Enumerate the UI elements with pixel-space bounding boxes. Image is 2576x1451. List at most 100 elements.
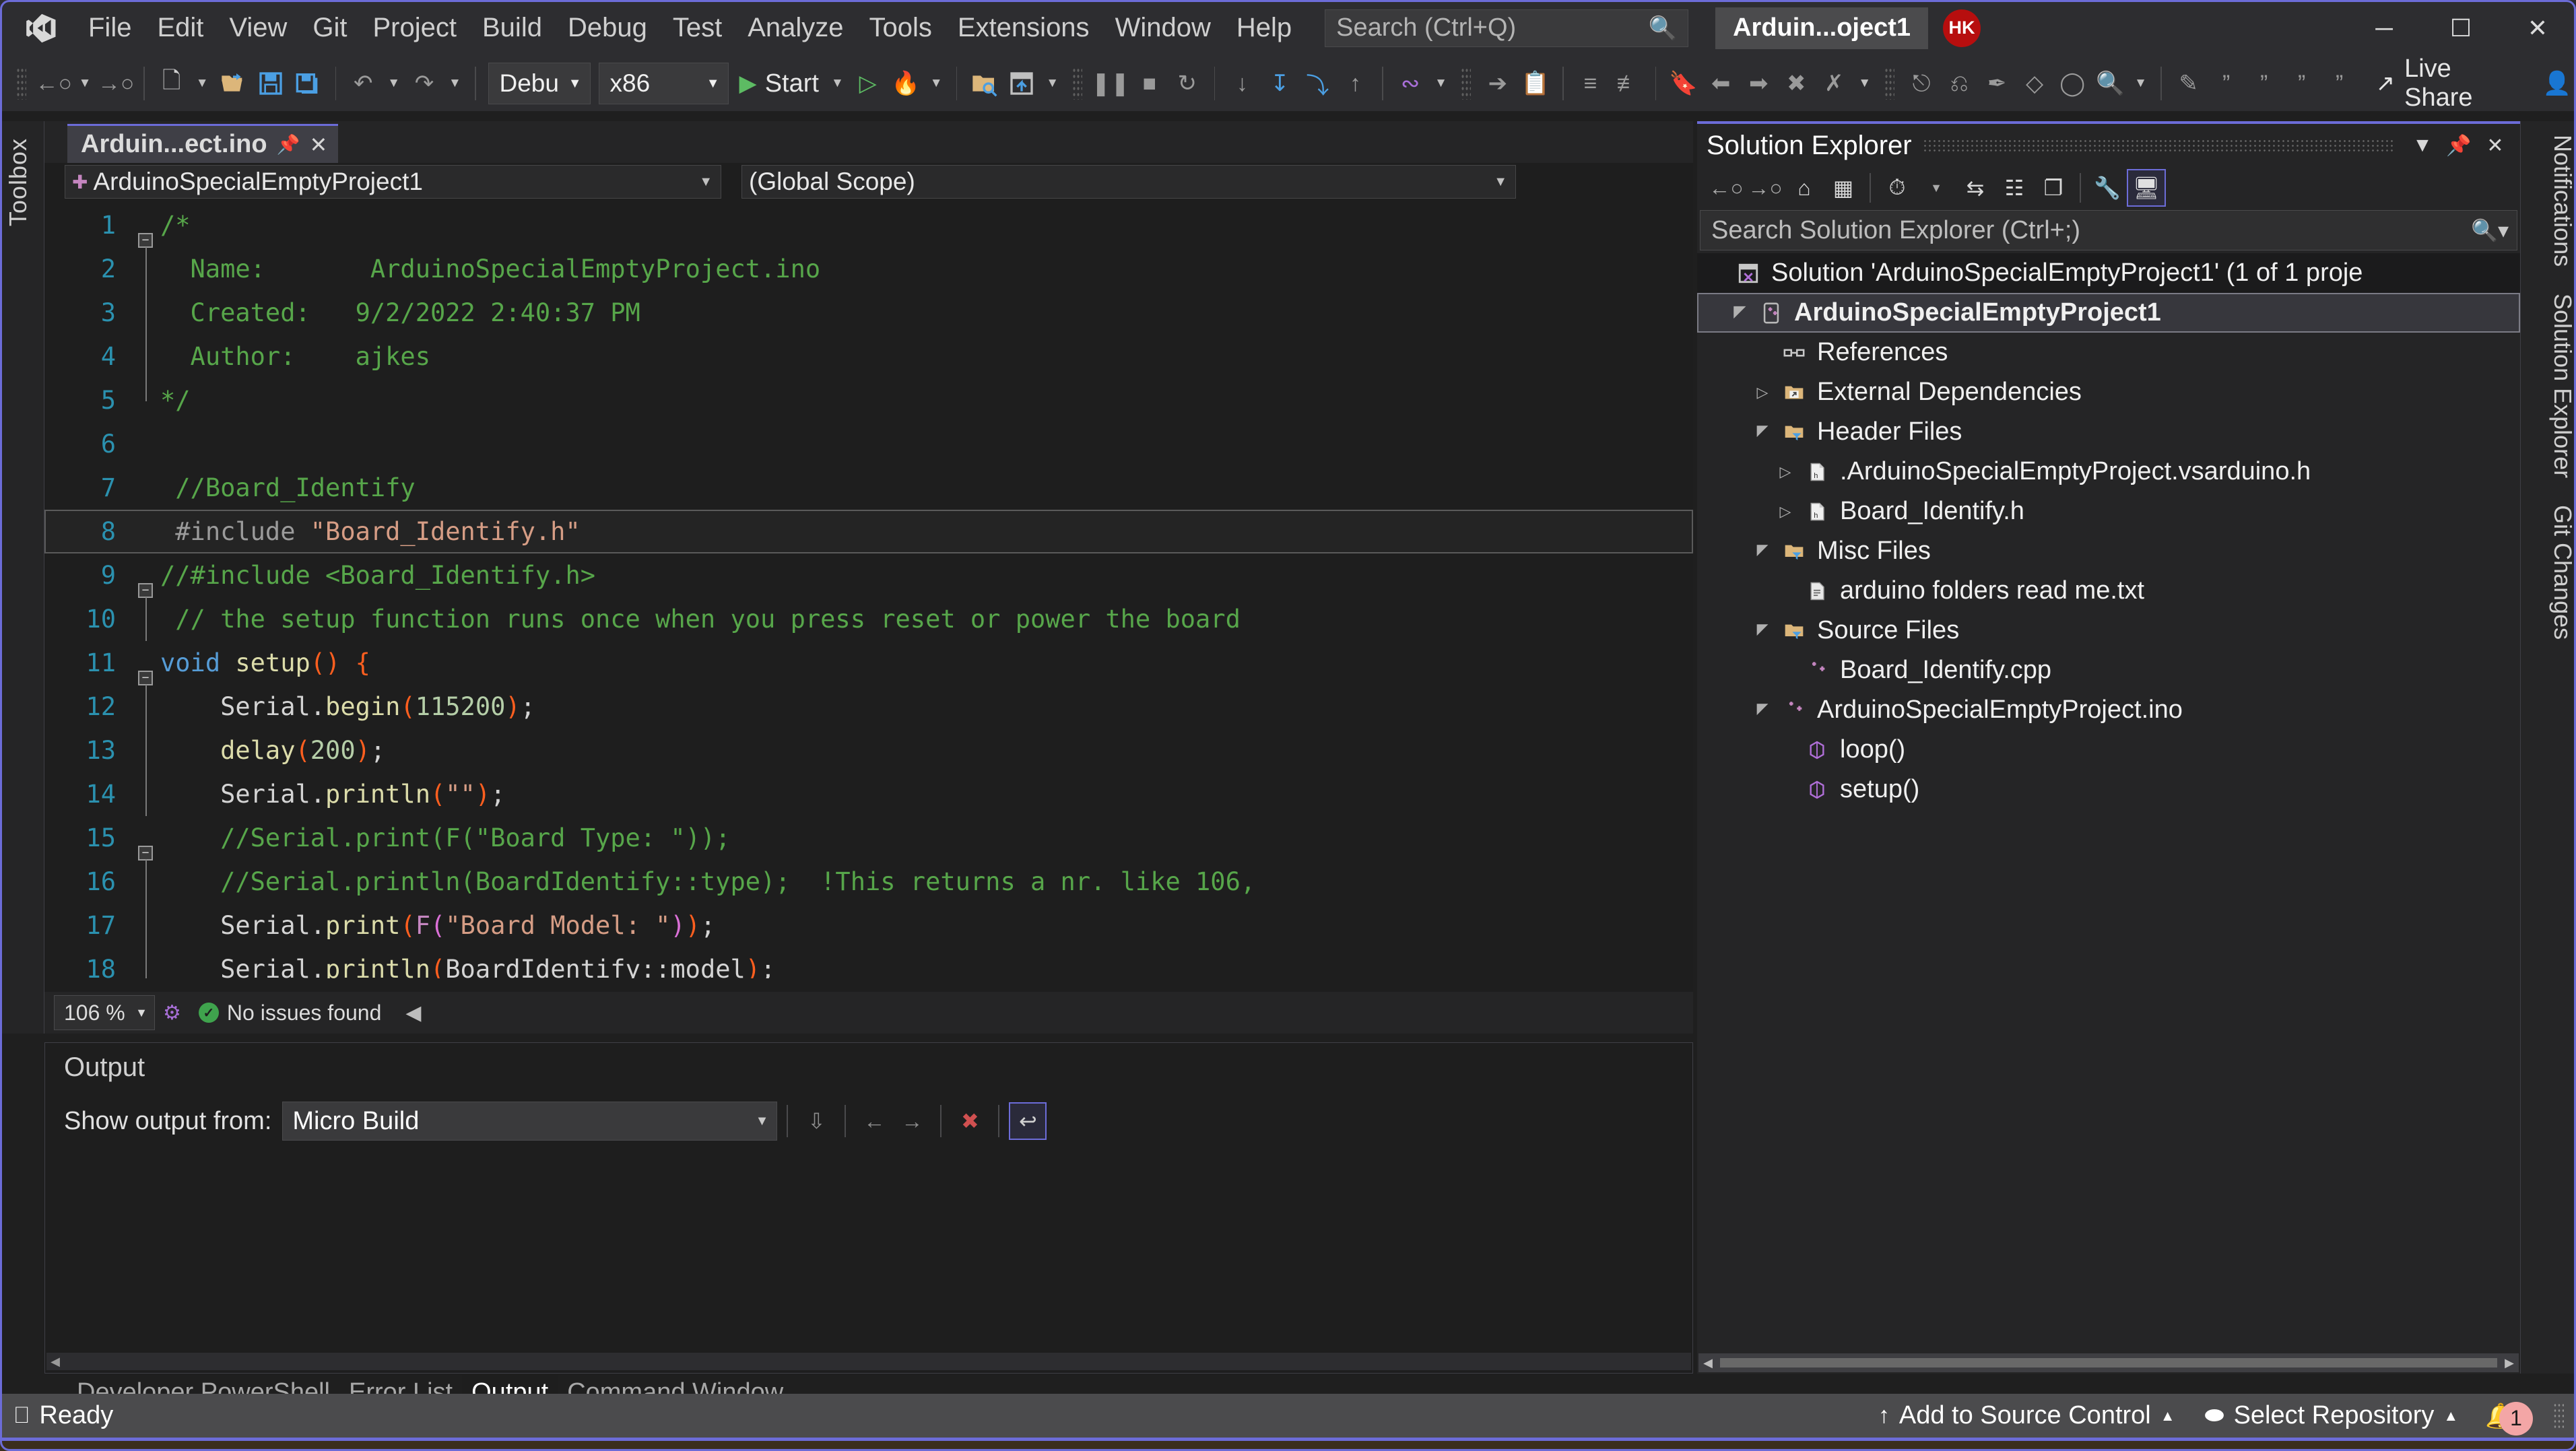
new-project-icon[interactable]: 🗋 (153, 63, 191, 104)
show-all-files-icon[interactable]: ❐ (2034, 169, 2073, 207)
avatar[interactable]: HK (1943, 9, 1981, 47)
bookmark-icon[interactable]: 🔖 (1664, 63, 1702, 104)
toggle-word-wrap-icon[interactable]: ↩ (1009, 1102, 1047, 1140)
step-into-icon[interactable]: ↧ (1261, 63, 1298, 104)
menu-item-view[interactable]: View (216, 0, 300, 56)
code-line[interactable]: 4 Author: ajkes (44, 335, 1693, 378)
fold-toggle-icon[interactable]: − (131, 816, 160, 861)
code-line[interactable]: 11− void setup() { (44, 641, 1693, 685)
maximize-button[interactable]: ☐ (2422, 0, 2499, 56)
attach-to-process-icon[interactable] (965, 63, 1003, 104)
code-line[interactable]: 5 */ (44, 378, 1693, 422)
global-search-input[interactable]: Search (Ctrl+Q) 🔍 (1325, 9, 1689, 47)
code-line[interactable]: 12 Serial.begin(115200); (44, 685, 1693, 729)
solution-tree-item[interactable]: ▷ h .ArduinoSpecialEmptyProject.vsarduino.… (1697, 452, 2520, 492)
start-debug-button[interactable]: ▶ Start (733, 63, 826, 104)
hot-reload-dropdown-icon[interactable]: ▼ (925, 76, 948, 91)
chevron-expanded-icon[interactable]: ◢ (1747, 622, 1778, 640)
new-project-dropdown-icon[interactable]: ▼ (191, 76, 214, 91)
output-source-combo[interactable]: Micro Build ▼ (282, 1102, 778, 1141)
solution-tree-item[interactable]: ◢ ArduinoSpecialEmptyProject1 (1697, 293, 2520, 333)
code-line[interactable]: 16 //Serial.println(BoardIdentify::type)… (44, 860, 1693, 904)
quote-1-icon[interactable]: ” (2208, 63, 2245, 104)
solution-configuration-combo[interactable]: Debu ▼ (488, 63, 591, 104)
toolbar-grip[interactable] (1884, 67, 1895, 100)
document-tab-ino[interactable]: Arduin...ect.ino 📌 ✕ (67, 124, 339, 163)
upload-sketch-icon[interactable] (1003, 63, 1041, 104)
fold-toggle-icon[interactable]: − (131, 553, 160, 598)
pause-icon[interactable]: ❚❚ (1090, 63, 1131, 104)
home-icon[interactable]: ⌂ (1785, 169, 1824, 207)
solution-tree-item[interactable]: References (1697, 333, 2520, 372)
next-bookmark-icon[interactable]: ➡ (1740, 63, 1777, 104)
outdent-icon[interactable]: ≢ (1610, 63, 1647, 104)
hot-reload-icon[interactable]: 🔥 (887, 63, 925, 104)
scrollbar-thumb[interactable] (1720, 1358, 2497, 1368)
menu-item-test[interactable]: Test (660, 0, 735, 56)
menu-item-tools[interactable]: Tools (857, 0, 945, 56)
ellipse-tool-icon[interactable]: ◯ (2053, 63, 2091, 104)
code-line[interactable]: 2 Name: ArduinoSpecialEmptyProject.ino (44, 247, 1693, 291)
start-dropdown-icon[interactable]: ▼ (826, 76, 849, 91)
upload-dropdown-icon[interactable]: ▼ (1041, 76, 1064, 91)
resize-grip[interactable] (2553, 1402, 2564, 1429)
go-to-previous-message-icon[interactable]: ← (855, 1102, 893, 1140)
find-message-icon[interactable]: ⇩ (797, 1102, 835, 1140)
save-all-icon[interactable] (290, 63, 327, 104)
code-editor-surface[interactable]: 1−/* 2 Name: ArduinoSpecialEmptyProject.i… (44, 203, 1693, 992)
output-text-area[interactable] (46, 1145, 1691, 1351)
code-line[interactable]: 8 #include "Board_Identify.h" (44, 510, 1693, 553)
menu-item-edit[interactable]: Edit (144, 0, 216, 56)
collapse-all-icon[interactable]: ☷ (1995, 169, 2034, 207)
tool-dropdown-icon[interactable]: ▼ (2129, 76, 2152, 91)
minimize-button[interactable]: ─ (2346, 0, 2422, 56)
menu-item-file[interactable]: File (75, 0, 144, 56)
save-icon[interactable] (252, 63, 290, 104)
navbar-scope-combo[interactable]: (Global Scope) ▼ (741, 165, 1516, 199)
solution-platform-combo[interactable]: x86 ▼ (598, 63, 729, 104)
start-without-debugging-icon[interactable]: ▷ (849, 63, 887, 104)
undo-dropdown-icon[interactable]: ▼ (382, 76, 405, 91)
scroll-left-icon[interactable]: ◀ (1698, 1356, 1717, 1370)
navigate-backward-icon[interactable]: ←○ (34, 63, 73, 104)
panel-drag-handle[interactable] (1922, 139, 2393, 152)
editor-horizontal-scrollbar[interactable] (44, 978, 1693, 992)
add-to-source-control-button[interactable]: ↑ Add to Source Control ▲ (1863, 1392, 2190, 1440)
indent-icon[interactable]: ≡ (1572, 63, 1610, 104)
sync-with-active-document-icon[interactable]: ⇆ (1956, 169, 1995, 207)
solution-explorer-search-input[interactable]: Search Solution Explorer (Ctrl+;) 🔍▾ (1700, 210, 2517, 250)
scroll-right-icon[interactable]: ▶ (2500, 1356, 2519, 1370)
magnify-tool-icon[interactable]: 🔍 (2091, 63, 2129, 104)
solution-views-icon[interactable]: ▦ (1824, 169, 1863, 207)
bookmark-dropdown-icon[interactable]: ▼ (1853, 76, 1876, 91)
fold-toggle-icon[interactable]: − (131, 641, 160, 685)
navbar-project-combo[interactable]: ✚ ArduinoSpecialEmptyProject1 ▼ (65, 165, 721, 199)
live-share-button[interactable]: ↗ Live Share (2367, 55, 2511, 112)
step-over-icon[interactable]: ⤵ (1298, 63, 1336, 104)
code-line[interactable]: 1−/* (44, 203, 1693, 248)
select-element-icon[interactable]: ➔ (1479, 63, 1517, 104)
pin-icon[interactable]: 📌 (277, 133, 300, 156)
properties-icon[interactable]: 🔧 (2088, 169, 2127, 207)
undo-icon[interactable]: ↶ (344, 63, 382, 104)
open-file-icon[interactable] (214, 63, 252, 104)
chevron-right-icon[interactable]: ▷ (1770, 503, 1801, 520)
toolbar-grip[interactable] (1460, 67, 1471, 100)
go-to-next-message-icon[interactable]: → (893, 1102, 931, 1140)
menu-item-help[interactable]: Help (1224, 0, 1304, 56)
notifications-button[interactable]: 🔔 1 (2473, 1396, 2545, 1436)
code-line[interactable]: 14 Serial.println(""); (44, 772, 1693, 816)
thread-dropdown-icon[interactable]: ▼ (1429, 76, 1453, 91)
chevron-down-icon[interactable]: ▼ (1917, 169, 1956, 207)
toolbox-tab-label[interactable]: Toolbox (4, 138, 32, 226)
code-line[interactable]: 17 Serial.print(F("Board Model: ")); (44, 904, 1693, 947)
stop-icon[interactable]: ■ (1131, 63, 1168, 104)
panel-menu-icon[interactable]: ▼ (2404, 127, 2441, 164)
solution-explorer-horizontal-scrollbar[interactable]: ◀ ▶ (1698, 1353, 2519, 1372)
chevron-expanded-icon[interactable]: ◢ (1724, 304, 1755, 322)
navigate-forward-icon[interactable]: →○ (96, 63, 135, 104)
chevron-expanded-icon[interactable]: ◢ (1747, 543, 1778, 560)
output-horizontal-scrollbar[interactable]: ◀ (46, 1353, 1691, 1370)
solution-explorer-tree[interactable]: Solution 'ArduinoSpecialEmptyProject1' (… (1697, 253, 2520, 809)
toolbox-strip[interactable] (0, 121, 44, 1034)
